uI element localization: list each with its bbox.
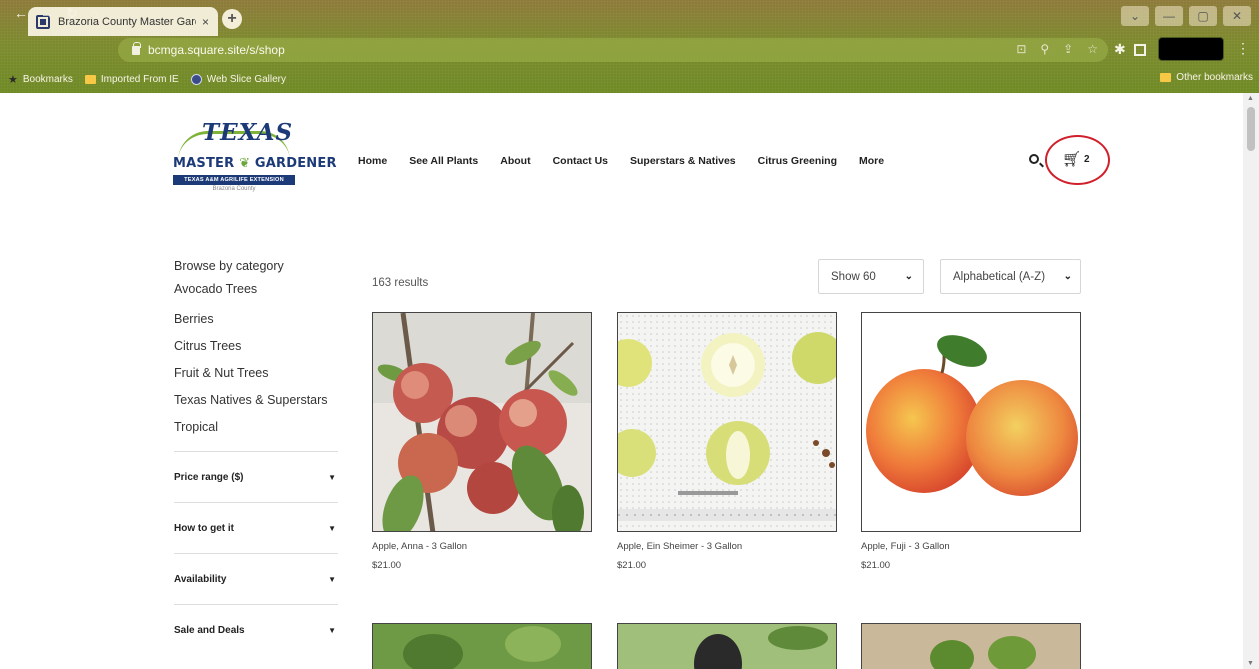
search-icon[interactable] bbox=[1029, 154, 1039, 164]
product-name[interactable]: Apple, Fuji - 3 Gallon bbox=[861, 541, 1081, 552]
page-scrollbar[interactable]: ▲ ▼ bbox=[1243, 93, 1259, 669]
folder-icon bbox=[84, 74, 96, 84]
caret-down-icon: ▼ bbox=[328, 625, 336, 635]
bookmarks-bar: ★ Bookmarks Imported From IE Web Slice G… bbox=[0, 68, 1259, 90]
chevron-down-icon: ⌄ bbox=[904, 271, 913, 282]
product-price: $21.00 bbox=[861, 560, 891, 571]
filter-price-range[interactable]: Price range ($) ▼ bbox=[174, 451, 338, 502]
tab-strip: Brazoria County Master Gardene × + ⌄ — ▢… bbox=[0, 0, 1259, 36]
logo-agrilife: TEXAS A&M AGRILIFE EXTENSION bbox=[173, 175, 295, 185]
reload-icon[interactable]: ↻ bbox=[66, 5, 78, 22]
filter-how-to-get-it[interactable]: How to get it ▼ bbox=[174, 502, 338, 553]
caret-down-icon: ▼ bbox=[328, 523, 336, 533]
filter-availability[interactable]: Availability ▼ bbox=[174, 553, 338, 604]
category-sidebar: Browse by category Avocado Trees Berries… bbox=[174, 256, 340, 441]
globe-icon bbox=[190, 73, 202, 85]
nav-more[interactable]: More bbox=[859, 155, 884, 167]
extensions-icon[interactable]: ✱ bbox=[1114, 41, 1126, 58]
close-window-button[interactable]: ✕ bbox=[1223, 6, 1251, 26]
home-icon[interactable]: ⌂ bbox=[90, 5, 98, 21]
bookmark-item-imported-from-ie[interactable]: Imported From IE bbox=[84, 74, 179, 85]
nav-contact-us[interactable]: Contact Us bbox=[553, 155, 608, 167]
logo-texas: TEXAS bbox=[202, 119, 294, 146]
nav-home[interactable]: Home bbox=[358, 155, 387, 167]
omnibox-actions: ⊡ ⚲ ⇪ ☆ bbox=[1016, 42, 1098, 56]
chevron-down-icon: ⌄ bbox=[1063, 271, 1072, 282]
tab-title: Brazoria County Master Gardene bbox=[58, 15, 196, 28]
category-texas-natives-superstars[interactable]: Texas Natives & Superstars bbox=[174, 387, 340, 414]
new-tab-button[interactable]: + bbox=[222, 9, 242, 29]
product-price: $21.00 bbox=[617, 560, 647, 571]
filter-sale-and-deals[interactable]: Sale and Deals ▼ bbox=[174, 604, 338, 655]
side-panel-icon[interactable] bbox=[1134, 44, 1146, 56]
product-card[interactable]: Apple, Ein Sheimer - 3 Gallon $21.00 bbox=[617, 312, 837, 571]
bookmark-item-web-slice-gallery[interactable]: Web Slice Gallery bbox=[190, 73, 286, 85]
site-logo[interactable]: TEXAS MASTER ❦ GARDENER TEXAS A&M AGRILI… bbox=[172, 119, 336, 207]
product-image[interactable] bbox=[861, 623, 1081, 669]
nav-citrus-greening[interactable]: Citrus Greening bbox=[758, 155, 837, 167]
logo-master-gardener: MASTER ❦ GARDENER bbox=[173, 156, 337, 171]
address-url[interactable]: bcmga.square.site/s/shop bbox=[148, 43, 285, 57]
tab-close-icon[interactable]: × bbox=[202, 15, 209, 29]
maximize-button[interactable]: ▢ bbox=[1189, 6, 1217, 26]
lock-icon[interactable] bbox=[132, 41, 141, 55]
product-image[interactable] bbox=[617, 312, 837, 532]
results-count: 163 results bbox=[372, 277, 429, 289]
browser-menu-icon[interactable]: ⋮ bbox=[1236, 40, 1250, 57]
category-berries[interactable]: Berries bbox=[174, 306, 340, 333]
product-image[interactable] bbox=[617, 623, 837, 669]
address-bar[interactable]: bcmga.square.site/s/shop ⊡ ⚲ ⇪ ☆ bbox=[118, 38, 1108, 62]
show-count-select[interactable]: Show 60 ⌄ bbox=[818, 259, 924, 294]
bookmark-item-bookmarks[interactable]: ★ Bookmarks bbox=[8, 73, 73, 86]
bookmark-star-icon[interactable]: ☆ bbox=[1087, 42, 1098, 56]
folder-icon bbox=[1160, 73, 1172, 82]
scrollbar-thumb[interactable] bbox=[1247, 107, 1255, 151]
category-avocado-trees[interactable]: Avocado Trees bbox=[174, 280, 340, 298]
caret-down-icon: ▼ bbox=[328, 472, 336, 482]
product-price: $21.00 bbox=[372, 560, 402, 571]
nav-see-all-plants[interactable]: See All Plants bbox=[409, 155, 478, 167]
product-image[interactable] bbox=[861, 312, 1081, 532]
logo-county: Brazoria County bbox=[212, 186, 256, 192]
product-name[interactable]: Apple, Anna - 3 Gallon bbox=[372, 541, 592, 552]
scroll-down-icon[interactable]: ▼ bbox=[1247, 660, 1254, 667]
scroll-up-icon[interactable]: ▲ bbox=[1247, 95, 1254, 102]
product-image[interactable] bbox=[372, 623, 592, 669]
product-name[interactable]: Apple, Ein Sheimer - 3 Gallon bbox=[617, 541, 837, 552]
nav-about[interactable]: About bbox=[500, 155, 530, 167]
logo-leaf-icon: ❦ bbox=[239, 156, 251, 171]
other-bookmarks[interactable]: Other bookmarks bbox=[1160, 72, 1253, 83]
tab-search-button[interactable]: ⌄ bbox=[1121, 6, 1149, 26]
install-app-icon[interactable]: ⊡ bbox=[1016, 42, 1026, 56]
share-icon[interactable]: ⇪ bbox=[1063, 42, 1073, 56]
forward-icon[interactable]: → bbox=[40, 5, 54, 21]
window-controls: ⌄ — ▢ ✕ bbox=[1121, 6, 1251, 26]
profile-button[interactable] bbox=[1158, 37, 1224, 61]
web-page: TEXAS MASTER ❦ GARDENER TEXAS A&M AGRILI… bbox=[0, 93, 1259, 669]
caret-down-icon: ▼ bbox=[328, 574, 336, 584]
star-icon: ★ bbox=[8, 73, 18, 86]
product-card[interactable]: Apple, Fuji - 3 Gallon $21.00 bbox=[861, 312, 1081, 571]
minimize-button[interactable]: — bbox=[1155, 6, 1183, 26]
back-icon[interactable]: ← bbox=[14, 5, 28, 21]
main-navigation: Home See All Plants About Contact Us Sup… bbox=[358, 155, 884, 167]
browser-chrome: Brazoria County Master Gardene × + ⌄ — ▢… bbox=[0, 0, 1259, 93]
category-tropical[interactable]: Tropical bbox=[174, 414, 340, 441]
product-card[interactable]: Apple, Anna - 3 Gallon $21.00 bbox=[372, 312, 592, 571]
category-citrus-trees[interactable]: Citrus Trees bbox=[174, 333, 340, 360]
sort-select[interactable]: Alphabetical (A-Z) ⌄ bbox=[940, 259, 1081, 294]
nav-superstars-natives[interactable]: Superstars & Natives bbox=[630, 155, 736, 167]
browse-heading: Browse by category bbox=[174, 259, 284, 273]
cart-highlight-circle bbox=[1045, 135, 1110, 185]
browser-tab[interactable]: Brazoria County Master Gardene × bbox=[28, 7, 218, 36]
product-image[interactable] bbox=[372, 312, 592, 532]
zoom-icon[interactable]: ⚲ bbox=[1040, 42, 1049, 56]
category-fruit-nut-trees[interactable]: Fruit & Nut Trees bbox=[174, 360, 340, 387]
